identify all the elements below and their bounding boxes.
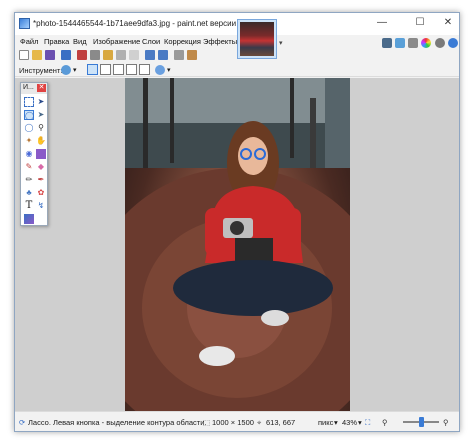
cursor-position-icon: ⌖ — [257, 418, 262, 427]
move-tool-icon[interactable]: ➤ — [36, 97, 46, 107]
antialiasing-dropdown-icon[interactable]: ▾ — [167, 66, 177, 76]
line-curve-tool-icon[interactable]: ↯ — [36, 201, 46, 211]
zoom-to-window-icon[interactable]: ⛶ — [365, 418, 370, 428]
lasso-tool-icon[interactable]: ◯ — [24, 110, 34, 120]
tools-window-header[interactable]: И... ✕ — [21, 83, 47, 94]
magic-wand-tool-icon[interactable]: ✦ — [24, 136, 34, 146]
new-icon[interactable] — [19, 50, 29, 60]
color-picker-tool-icon[interactable]: ✒ — [36, 175, 46, 185]
help-icon[interactable] — [448, 38, 458, 48]
cut-icon[interactable] — [77, 50, 87, 60]
settings-icon[interactable] — [435, 38, 445, 48]
main-toolbar — [15, 49, 235, 63]
menu-effects[interactable]: Эффекты — [203, 37, 237, 46]
rectangle-select-tool-icon[interactable] — [24, 97, 34, 107]
redo-icon[interactable] — [158, 50, 168, 60]
gradient-tool-icon[interactable] — [36, 149, 46, 159]
history-window-icon[interactable] — [395, 38, 405, 48]
zoom-out-icon[interactable]: ⚲ — [382, 418, 388, 427]
selection-replace-button[interactable] — [87, 64, 98, 75]
tool-dropdown-icon[interactable]: ▾ — [73, 66, 83, 76]
minimize-button[interactable]: — — [373, 16, 391, 30]
ellipse-select-tool-icon[interactable]: ◯ — [24, 123, 34, 133]
colors-window-icon[interactable] — [421, 38, 431, 48]
pan-tool-icon[interactable]: ✋ — [36, 136, 46, 146]
selection-union-button[interactable] — [100, 64, 111, 75]
copy-icon[interactable] — [90, 50, 100, 60]
ruler-icon[interactable] — [187, 50, 197, 60]
photo-illustration — [125, 78, 350, 411]
text-tool-icon[interactable]: T — [24, 201, 34, 211]
undo-icon[interactable] — [145, 50, 155, 60]
paint-bucket-tool-icon[interactable]: ◉ — [24, 149, 34, 159]
units-select[interactable]: пикс — [318, 418, 333, 427]
layers-window-icon[interactable] — [408, 38, 418, 48]
zoom-dropdown-icon[interactable]: ▾ — [358, 418, 362, 427]
pencil-tool-icon[interactable]: ✏ — [24, 175, 34, 185]
lasso-tool-icon[interactable] — [61, 65, 71, 75]
menu-file[interactable]: Файл — [20, 37, 38, 46]
zoom-slider-thumb[interactable] — [419, 417, 424, 427]
tools-window-title: И... — [23, 84, 34, 91]
clone-stamp-tool-icon[interactable]: ♣ — [24, 188, 34, 198]
paintnet-window: *photo-1544465544-1b71aee9dfa3.jpg - pai… — [14, 12, 460, 432]
antialiasing-icon[interactable] — [155, 65, 165, 75]
eraser-tool-icon[interactable]: ◆ — [36, 162, 46, 172]
status-bar: ⟳ Лассо. Левая кнопка - выделение контур… — [15, 411, 459, 431]
paintnet-app-icon — [19, 18, 30, 29]
status-hint: Лассо. Левая кнопка - выделение контура … — [28, 418, 207, 427]
zoom-tool-icon[interactable]: ⚲ — [36, 123, 46, 133]
deselect-icon[interactable] — [129, 50, 139, 60]
recolor-tool-icon[interactable]: ✿ — [36, 188, 46, 198]
image-size-icon: ⬚ — [203, 418, 211, 427]
close-button[interactable]: ✕ — [439, 16, 457, 30]
grid-icon[interactable] — [174, 50, 184, 60]
thumbnail-image — [240, 22, 274, 56]
maximize-button[interactable]: ☐ — [411, 16, 429, 30]
status-lasso-icon: ⟳ — [19, 418, 26, 427]
selection-xor-button[interactable] — [139, 64, 150, 75]
save-icon[interactable] — [45, 50, 55, 60]
open-icon[interactable] — [32, 50, 42, 60]
tools-window: И... ✕ ➤ ◯ ➤ ◯ ⚲ ✦ ✋ ◉ ✎ ◆ ✏ ✒ ♣ ✿ T ↯ — [20, 82, 48, 226]
window-title: *photo-1544465544-1b71aee9dfa3.jpg - pai… — [33, 19, 261, 28]
image-size: 1000 × 1500 — [212, 418, 254, 427]
image-tab-thumbnail[interactable] — [237, 19, 277, 59]
paintbrush-tool-icon[interactable]: ✎ — [24, 162, 34, 172]
shapes-tool-icon[interactable] — [24, 214, 34, 224]
tab-dropdown-icon[interactable]: ▾ — [279, 39, 283, 47]
units-dropdown-icon[interactable]: ▾ — [334, 418, 338, 427]
menu-edit[interactable]: Правка — [44, 37, 69, 46]
selection-intersect-button[interactable] — [126, 64, 137, 75]
move-selection-tool-icon[interactable]: ➤ — [36, 110, 46, 120]
canvas-photo[interactable] — [125, 78, 350, 411]
paste-icon[interactable] — [103, 50, 113, 60]
menu-image[interactable]: Изображение — [93, 37, 140, 46]
print-icon[interactable] — [61, 50, 71, 60]
canvas-area[interactable] — [15, 78, 459, 411]
menu-adjustments[interactable]: Коррекция — [164, 37, 201, 46]
cursor-position: 613, 667 — [266, 418, 296, 427]
zoom-level[interactable]: 43% — [342, 418, 357, 427]
zoom-in-icon[interactable]: ⚲ — [443, 418, 449, 427]
selection-exclude-button[interactable] — [113, 64, 124, 75]
menu-layers[interactable]: Слои — [142, 37, 160, 46]
tool-options-bar: Инструмент: ▾ ▾ — [15, 63, 459, 77]
crop-icon[interactable] — [116, 50, 126, 60]
tool-label: Инструмент: — [19, 66, 63, 75]
tools-window-close-button[interactable]: ✕ — [37, 84, 46, 92]
menu-view[interactable]: Вид — [73, 37, 87, 46]
menu-bar: Файл Правка Вид Изображение Слои Коррекц… — [15, 35, 245, 49]
tools-window-icon[interactable] — [382, 38, 392, 48]
